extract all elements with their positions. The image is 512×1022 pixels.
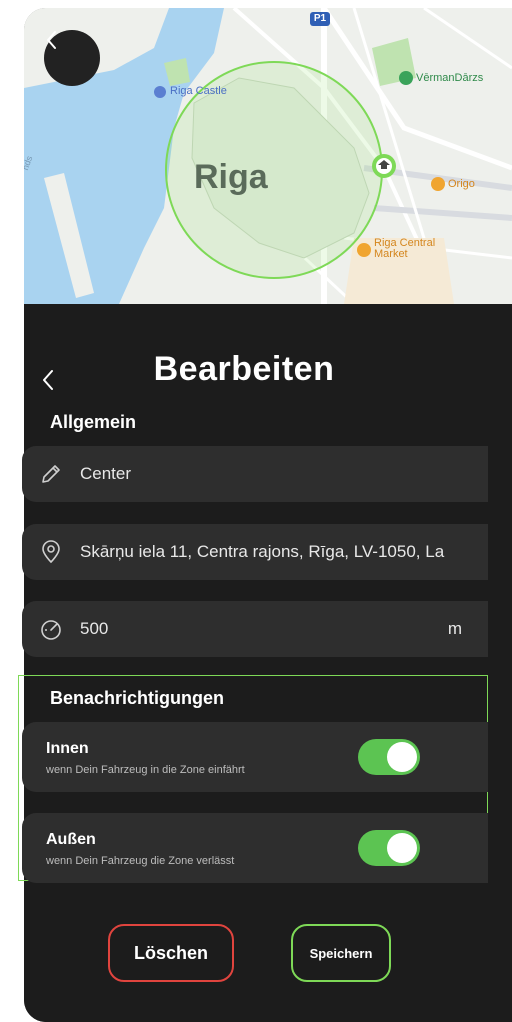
- castle-label: Riga Castle: [170, 85, 227, 97]
- notifications-section-title: Benachrichtigungen: [50, 688, 225, 708]
- name-field[interactable]: Center: [22, 446, 488, 502]
- parking-label: P1: [313, 13, 327, 24]
- notification-outside-card: Außen wenn Dein Fahrzeug die Zone verläs…: [22, 813, 488, 883]
- central-market-label: Riga Central Market: [374, 237, 436, 260]
- general-section-title: Allgemein: [50, 412, 137, 432]
- market-marker-icon: [357, 243, 371, 257]
- inside-title: Innen: [46, 740, 89, 757]
- outside-toggle[interactable]: [358, 830, 420, 866]
- inside-toggle[interactable]: [358, 739, 420, 775]
- location-pin-icon: [22, 540, 80, 564]
- delete-button[interactable]: Löschen: [108, 924, 234, 982]
- notification-inside-card: Innen wenn Dein Fahrzeug in die Zone ein…: [22, 722, 488, 792]
- radius-value: 500: [80, 619, 109, 638]
- park-marker-icon: [399, 71, 413, 85]
- radius-field[interactable]: 500 m: [22, 601, 488, 657]
- outside-title: Außen: [46, 831, 96, 848]
- vermandarzs-label: VērmanDārzs: [416, 72, 484, 84]
- map-back-button[interactable]: [44, 30, 100, 86]
- origo-marker-icon: [431, 177, 445, 191]
- inside-subtitle: wenn Dein Fahrzeug in die Zone einfährt: [46, 764, 245, 776]
- origo-label: Origo: [448, 178, 475, 190]
- name-value: Center: [80, 464, 132, 483]
- chevron-left-icon: [47, 31, 56, 49]
- address-value: Skārņu iela 11, Centra rajons, Rīga, LV-…: [80, 542, 445, 561]
- save-button[interactable]: Speichern: [291, 924, 391, 982]
- pencil-icon: [22, 463, 80, 485]
- toggle-knob: [387, 742, 417, 772]
- page-title: Bearbeiten: [153, 350, 335, 388]
- map-view[interactable]: P1 Riga Castle VērmanDārzs Origo Riga Ce…: [24, 8, 512, 304]
- city-label: Riga: [194, 158, 268, 196]
- castle-marker-icon: [154, 86, 166, 98]
- address-field[interactable]: Skārņu iela 11, Centra rajons, Rīga, LV-…: [22, 524, 488, 580]
- outside-subtitle: wenn Dein Fahrzeug die Zone verlässt: [46, 855, 235, 867]
- radius-unit: m: [447, 619, 462, 638]
- toggle-knob: [387, 833, 417, 863]
- gauge-icon: [22, 617, 80, 641]
